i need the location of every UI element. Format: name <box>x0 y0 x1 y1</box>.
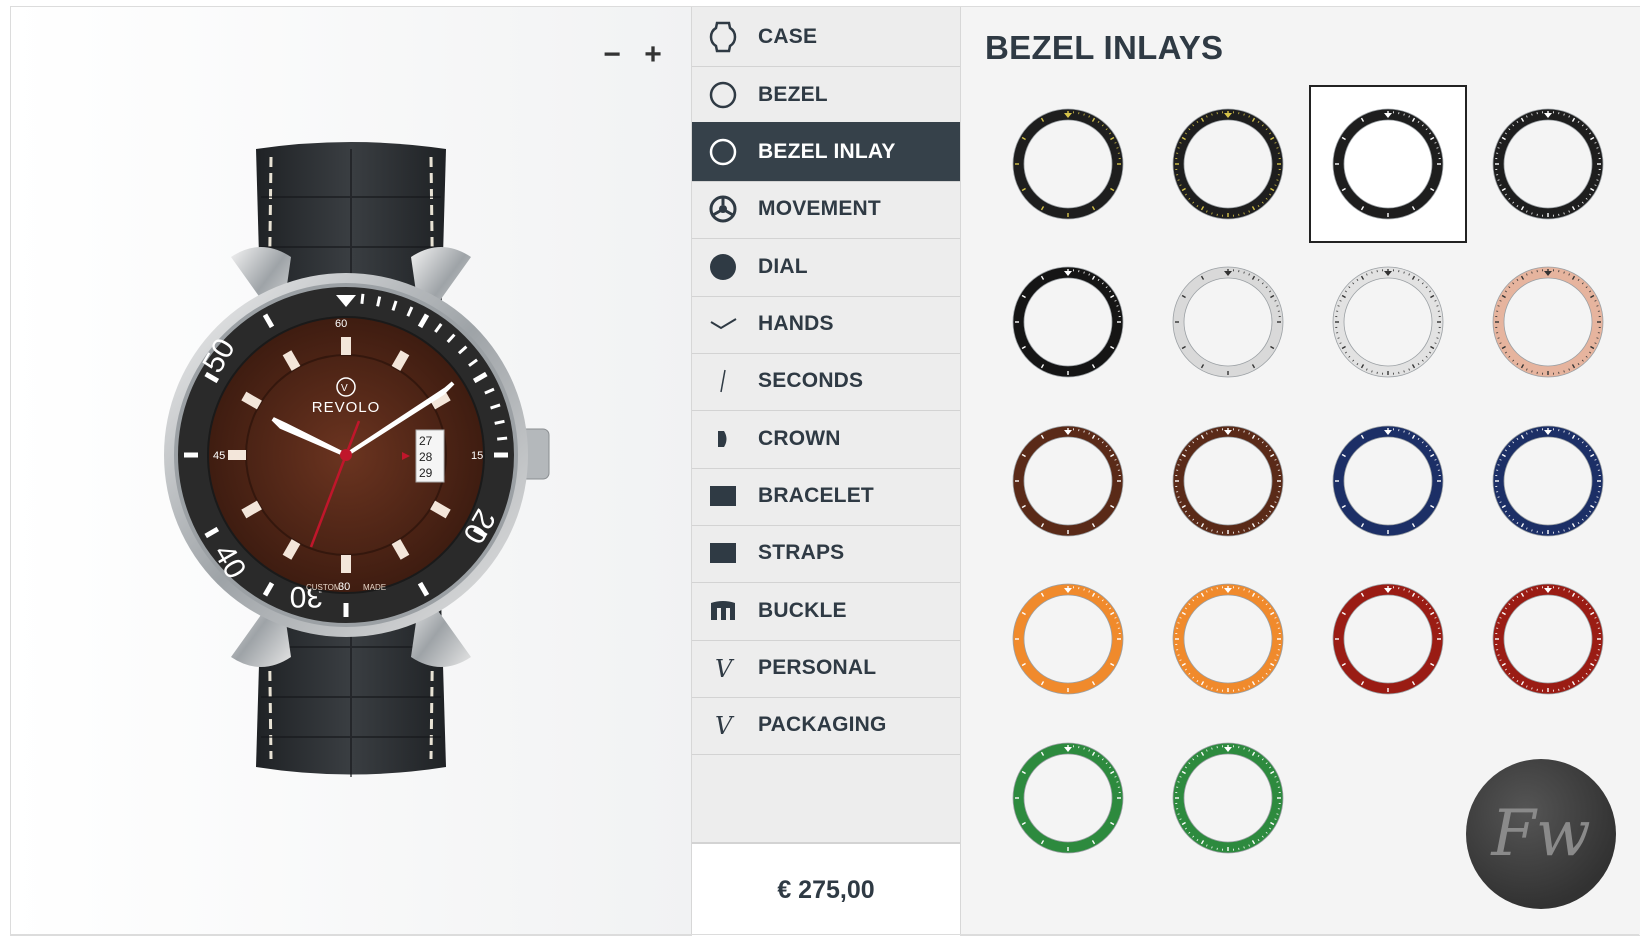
menu-item-buckle[interactable]: BUCKLE <box>692 581 960 641</box>
svg-text:27: 27 <box>419 434 433 448</box>
bezel-inlay-option[interactable] <box>1149 560 1307 718</box>
svg-text:29: 29 <box>419 466 433 480</box>
bezel-icon <box>706 78 740 112</box>
component-menu: CASE BEZEL BEZEL INLAY MOVEMENT DIAL HANDS SEC… <box>691 7 961 936</box>
bezel-inlay-icon <box>706 135 740 169</box>
bezel-inlay-option[interactable] <box>1149 402 1307 560</box>
menu-item-bracelet[interactable]: BRACELET <box>692 466 960 526</box>
menu-item-label: BRACELET <box>758 484 874 507</box>
bezel-inlay-option[interactable] <box>1309 243 1467 401</box>
crown-icon <box>706 422 740 456</box>
bezel-inlay-option[interactable] <box>1149 243 1307 401</box>
seconds-icon <box>706 364 740 398</box>
bezel-inlay-option[interactable] <box>1149 719 1307 877</box>
dial-text-made: MADE <box>363 583 386 592</box>
menu-spacer <box>692 752 960 843</box>
bracelet-icon <box>706 479 740 513</box>
straps-icon <box>706 536 740 570</box>
menu-item-case[interactable]: CASE <box>692 7 960 67</box>
bezel-inlay-option[interactable] <box>1309 560 1467 718</box>
bezel-inlay-option[interactable] <box>989 719 1147 877</box>
dial-num-45: 45 <box>213 450 225 462</box>
svg-text:V: V <box>341 383 348 394</box>
options-panel: BEZEL INLAYS Fw <box>961 7 1640 935</box>
dial-num-15: 15 <box>471 450 483 462</box>
bottom-divider <box>11 934 1639 935</box>
watch-image: 50 40 30 20 60 45 15 30 CUSTOM MADE V RE… <box>164 142 550 777</box>
svg-text:28: 28 <box>419 450 433 464</box>
bezel-inlay-option[interactable] <box>1469 85 1627 243</box>
menu-item-hands[interactable]: HANDS <box>692 294 960 354</box>
menu-item-dial[interactable]: DIAL <box>692 237 960 297</box>
hands-icon <box>706 307 740 341</box>
menu-item-label: PACKAGING <box>758 713 887 736</box>
bezel-inlay-option[interactable] <box>989 85 1147 243</box>
menu-item-label: CASE <box>758 25 818 48</box>
menu-item-straps[interactable]: STRAPS <box>692 523 960 583</box>
price-display: € 275,00 <box>692 843 960 936</box>
menu-item-seconds[interactable]: SECONDS <box>692 351 960 411</box>
dial-icon <box>706 250 740 284</box>
menu-item-label: BEZEL <box>758 83 828 106</box>
dial-text-custom: CUSTOM <box>306 583 341 592</box>
bezel-inlay-option[interactable] <box>989 402 1147 560</box>
case-icon <box>706 20 740 54</box>
menu-item-label: MOVEMENT <box>758 197 881 220</box>
watermark-logo: Fw <box>1466 759 1616 909</box>
menu-item-bezel-inlay[interactable]: BEZEL INLAY <box>692 122 960 182</box>
bezel-inlay-option[interactable] <box>989 560 1147 718</box>
svg-text:V: V <box>715 655 735 683</box>
buckle-icon <box>706 594 740 628</box>
bezel-inlay-option[interactable] <box>1469 560 1627 718</box>
brand-name: REVOLO <box>312 399 381 416</box>
options-title: BEZEL INLAYS <box>985 29 1224 66</box>
menu-item-label: SECONDS <box>758 369 864 392</box>
menu-item-crown[interactable]: CROWN <box>692 409 960 469</box>
menu-item-personal[interactable]: V PERSONAL <box>692 638 960 698</box>
movement-icon <box>706 192 740 226</box>
menu-item-label: STRAPS <box>758 541 845 564</box>
bezel-inlay-option[interactable] <box>1469 402 1627 560</box>
bezel-inlay-option[interactable] <box>1149 85 1307 243</box>
menu-item-label: PERSONAL <box>758 656 877 679</box>
menu-item-label: BUCKLE <box>758 599 847 622</box>
dial-num-60: 60 <box>335 318 347 330</box>
bezel-inlay-option[interactable] <box>1309 402 1467 560</box>
zoom-in-button[interactable]: + <box>638 35 668 75</box>
menu-item-label: CROWN <box>758 427 841 450</box>
watch-preview: − + 50 40 30 20 60 45 15 30 CUSTOM MADE … <box>11 7 691 935</box>
personal-icon: V <box>706 651 740 685</box>
menu-item-packaging[interactable]: V PACKAGING <box>692 695 960 755</box>
bezel-inlay-option[interactable] <box>1469 243 1627 401</box>
menu-item-label: DIAL <box>758 255 808 278</box>
bezel-inlay-option[interactable] <box>1309 85 1467 243</box>
menu-item-label: HANDS <box>758 312 834 335</box>
menu-item-bezel[interactable]: BEZEL <box>692 65 960 125</box>
bezel-inlay-option[interactable] <box>989 243 1147 401</box>
packaging-icon: V <box>706 708 740 742</box>
menu-item-label: BEZEL INLAY <box>758 140 896 163</box>
svg-text:V: V <box>715 712 735 740</box>
menu-item-movement[interactable]: MOVEMENT <box>692 179 960 239</box>
zoom-out-button[interactable]: − <box>597 35 627 75</box>
